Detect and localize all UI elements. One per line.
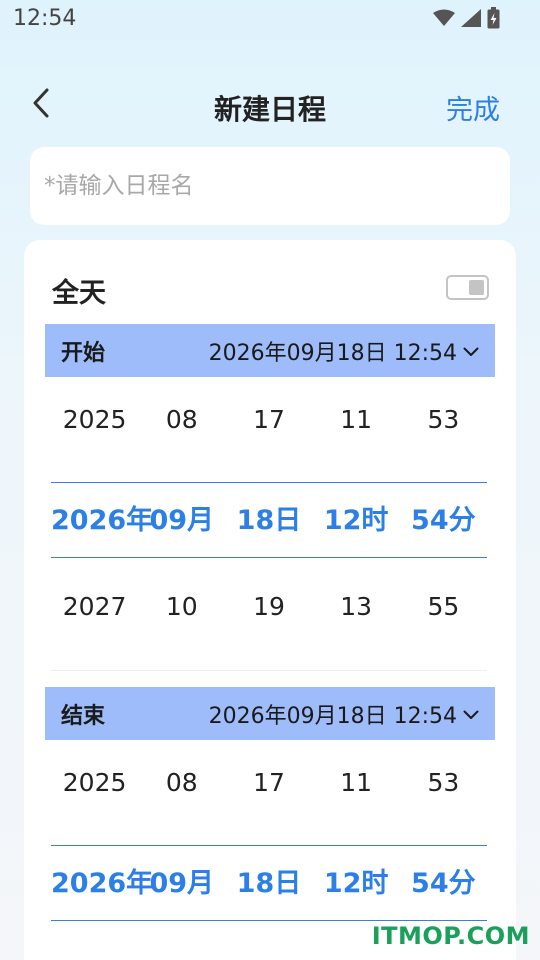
hour-selected[interactable]: 12时 bbox=[313, 861, 400, 900]
hour-cell[interactable]: 11 bbox=[313, 768, 400, 797]
month-cell[interactable]: 08 bbox=[138, 768, 225, 797]
schedule-name-card bbox=[30, 147, 510, 225]
signal-icon bbox=[461, 9, 481, 27]
hour-cell[interactable]: 11 bbox=[313, 405, 400, 434]
start-row-next[interactable]: 2027 10 19 13 55 bbox=[51, 592, 487, 621]
battery-icon bbox=[487, 7, 500, 29]
chevron-down-icon bbox=[463, 701, 479, 726]
end-row-selected[interactable]: 2026年 09月 18日 12时 54分 bbox=[51, 861, 487, 900]
chevron-down-icon bbox=[463, 338, 479, 363]
start-section-bar[interactable]: 开始 2026年09月18日 12:54 bbox=[45, 324, 495, 377]
end-datetime-text: 2026年09月18日 12:54 bbox=[208, 703, 457, 729]
header: 新建日程 完成 bbox=[0, 78, 540, 132]
start-datetime-text: 2026年09月18日 12:54 bbox=[208, 340, 457, 366]
schedule-detail-card: 全天 开始 2026年09月18日 12:54 2025 08 17 11 53… bbox=[24, 240, 516, 960]
day-selected[interactable]: 18日 bbox=[225, 861, 312, 900]
end-selection-line-bottom bbox=[51, 920, 487, 921]
picker-divider bbox=[51, 670, 487, 671]
month-cell[interactable]: 08 bbox=[138, 405, 225, 434]
month-selected[interactable]: 09月 bbox=[138, 498, 225, 537]
status-time: 12:54 bbox=[13, 6, 77, 31]
status-bar: 12:54 bbox=[0, 0, 540, 40]
status-icons bbox=[433, 7, 500, 29]
end-row-previous[interactable]: 2025 08 17 11 53 bbox=[51, 768, 487, 797]
start-selection-line-bottom bbox=[51, 557, 487, 558]
minute-selected[interactable]: 54分 bbox=[400, 861, 487, 900]
year-selected[interactable]: 2026年 bbox=[51, 861, 153, 900]
day-cell[interactable]: 17 bbox=[225, 768, 312, 797]
wifi-icon bbox=[433, 9, 455, 27]
day-cell[interactable]: 19 bbox=[225, 592, 312, 621]
minute-cell[interactable]: 53 bbox=[400, 768, 487, 797]
year-selected[interactable]: 2026年 bbox=[51, 498, 153, 537]
start-value: 2026年09月18日 12:54 bbox=[209, 335, 479, 367]
minute-cell[interactable]: 55 bbox=[400, 592, 487, 621]
start-row-selected[interactable]: 2026年 09月 18日 12时 54分 bbox=[51, 498, 487, 537]
hour-selected[interactable]: 12时 bbox=[313, 498, 400, 537]
all-day-label: 全天 bbox=[52, 278, 106, 309]
year-cell[interactable]: 2025 bbox=[51, 405, 138, 434]
start-selection-line-top bbox=[51, 482, 487, 483]
watermark: ITMOP.COM bbox=[371, 922, 530, 950]
day-cell[interactable]: 17 bbox=[225, 405, 312, 434]
start-row-previous[interactable]: 2025 08 17 11 53 bbox=[51, 405, 487, 434]
all-day-toggle[interactable] bbox=[446, 275, 489, 300]
year-cell[interactable]: 2025 bbox=[51, 768, 138, 797]
minute-cell[interactable]: 53 bbox=[400, 405, 487, 434]
toggle-knob bbox=[469, 280, 484, 295]
hour-cell[interactable]: 13 bbox=[313, 592, 400, 621]
minute-selected[interactable]: 54分 bbox=[400, 498, 487, 537]
schedule-name-input[interactable] bbox=[44, 147, 494, 225]
start-datetime-picker[interactable]: 2025 08 17 11 53 2026年 09月 18日 12时 54分 2… bbox=[51, 377, 487, 673]
end-section-bar[interactable]: 结束 2026年09月18日 12:54 bbox=[45, 687, 495, 740]
year-cell[interactable]: 2027 bbox=[51, 592, 138, 621]
done-button[interactable]: 完成 bbox=[446, 88, 500, 127]
end-selection-line-top bbox=[51, 845, 487, 846]
end-label: 结束 bbox=[61, 703, 106, 729]
day-selected[interactable]: 18日 bbox=[225, 498, 312, 537]
month-cell[interactable]: 10 bbox=[138, 592, 225, 621]
month-selected[interactable]: 09月 bbox=[138, 861, 225, 900]
end-value: 2026年09月18日 12:54 bbox=[209, 698, 479, 730]
start-label: 开始 bbox=[61, 340, 106, 366]
